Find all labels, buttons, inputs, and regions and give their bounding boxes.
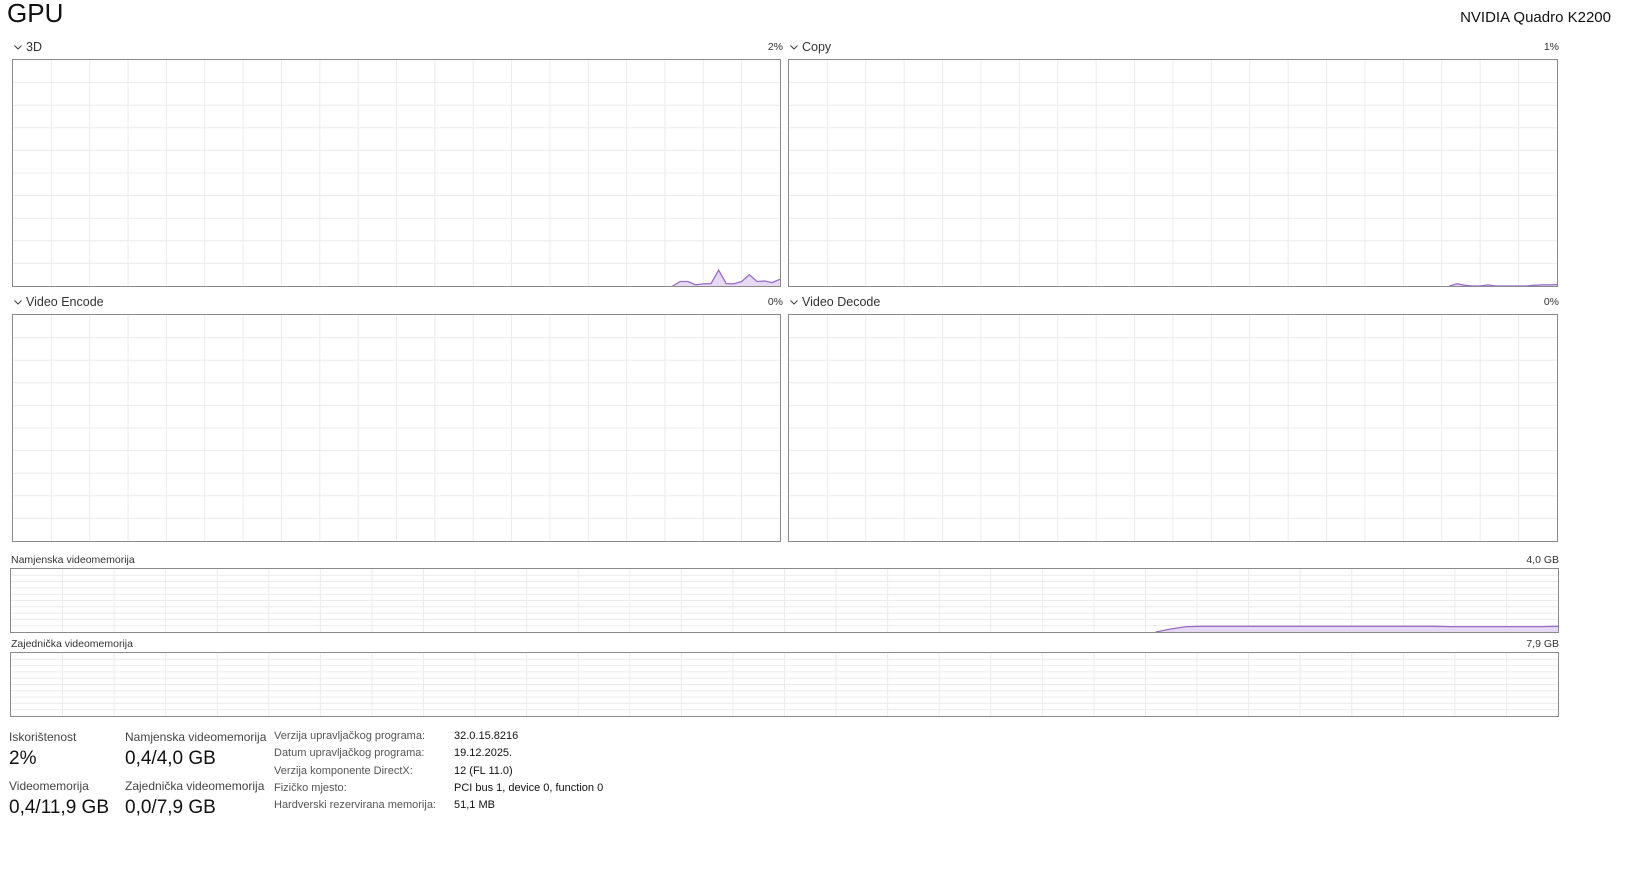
driver-version-label: Verzija upravljačkog programa: (274, 730, 426, 742)
gpu-memory-label: Videomemorija (9, 779, 89, 793)
utilization-chart (789, 60, 1557, 286)
shared-memory-stat-label: Zajednička videomemorija (125, 779, 265, 793)
utilization-chart (13, 315, 780, 541)
driver-date-value: 19.12.2025. (454, 747, 513, 759)
utilization-chart (13, 60, 780, 286)
memory-usage-chart (11, 653, 1558, 716)
dedicated-memory-graph (10, 568, 1559, 633)
engine-graph-3d (12, 59, 781, 287)
chevron-down-icon (788, 41, 800, 53)
engine-graph-video-decode (788, 314, 1558, 542)
reserved-memory-value: 51,1 MB (454, 799, 495, 811)
physical-location-value: PCI bus 1, device 0, function 0 (454, 782, 604, 794)
utilization-label: Iskorištenost (9, 730, 77, 744)
engine-percent: 2% (767, 41, 783, 53)
shared-memory-graph (10, 652, 1559, 717)
utilization-value: 2% (9, 748, 37, 769)
memory-usage-chart (11, 569, 1558, 632)
physical-location-label: Fizičko mjesto: (274, 782, 347, 794)
driver-date-label: Datum upravljačkog programa: (274, 747, 425, 759)
engine-graph-copy (788, 59, 1558, 287)
engine-selector-video-decode[interactable]: Video Decode (788, 295, 880, 309)
directx-version-value: 12 (FL 11.0) (454, 765, 513, 777)
dedicated-memory-stat-label: Namjenska videomemorija (125, 730, 267, 744)
dedicated-memory-label: Namjenska videomemorija (11, 554, 135, 566)
chevron-down-icon (788, 296, 800, 308)
engine-percent: 1% (1543, 41, 1559, 53)
engine-percent: 0% (1543, 296, 1559, 308)
shared-memory-label: Zajednička videomemorija (11, 638, 133, 650)
dedicated-memory-max: 4,0 GB (1526, 554, 1559, 566)
engine-label: 3D (26, 40, 42, 54)
shared-memory-max: 7,9 GB (1526, 638, 1559, 650)
gpu-device-name: NVIDIA Quadro K2200 (1460, 9, 1611, 26)
reserved-memory-label: Hardverski rezervirana memorija: (274, 799, 436, 811)
engine-selector-video-encode[interactable]: Video Encode (12, 295, 104, 309)
page-title: GPU (7, 0, 64, 28)
engine-selector-copy[interactable]: Copy (788, 40, 831, 54)
engine-graph-video-encode (12, 314, 781, 542)
shared-memory-stat-value: 0,0/7,9 GB (125, 797, 216, 818)
chevron-down-icon (12, 41, 24, 53)
gpu-memory-value: 0,4/11,9 GB (9, 797, 109, 818)
engine-label: Video Decode (802, 295, 881, 309)
engine-label: Copy (802, 40, 832, 54)
engine-percent: 0% (767, 296, 783, 308)
engine-label: Video Encode (26, 295, 104, 309)
engine-selector-3d[interactable]: 3D (12, 40, 42, 54)
directx-version-label: Verzija komponente DirectX: (274, 765, 413, 777)
utilization-chart (789, 315, 1557, 541)
driver-version-value: 32.0.15.8216 (454, 730, 519, 742)
dedicated-memory-stat-value: 0,4/4,0 GB (125, 748, 216, 769)
chevron-down-icon (12, 296, 24, 308)
